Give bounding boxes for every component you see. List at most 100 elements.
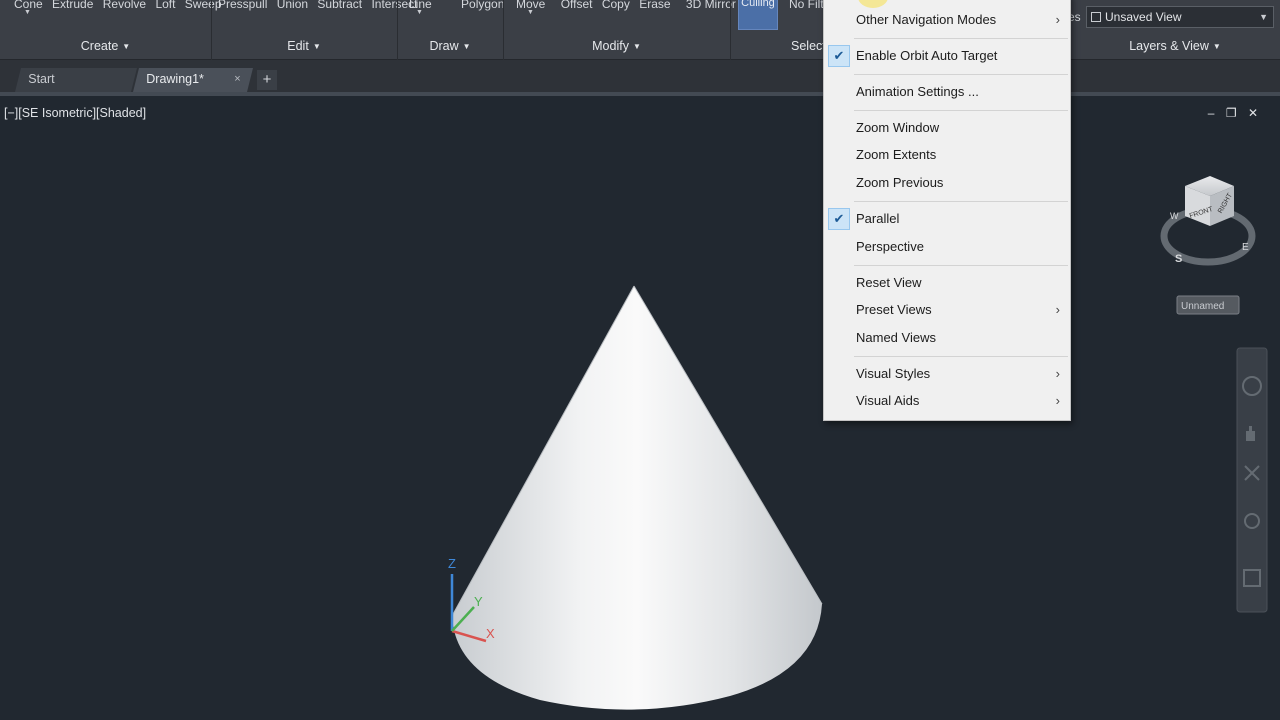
modify-tools: Move Offset Copy Erase 3D Mirror [516,0,742,11]
copy-tool[interactable]: Copy [602,0,630,11]
subtract-tool[interactable]: Subtract [317,0,362,11]
menu-separator [854,74,1068,75]
menu-separator [854,356,1068,357]
tab-start[interactable]: Start [15,68,137,92]
menu-item-visual-styles[interactable]: Visual Styles › [824,361,1070,387]
menu-item-zoom-previous[interactable]: Zoom Previous [824,170,1070,196]
extrude-tool[interactable]: Extrude [52,0,93,11]
cone-surface[interactable] [452,286,822,710]
orbit-context-menu: Other Navigation Modes › ✔ Enable Orbit Aut… [823,0,1071,421]
3d-mirror-tool[interactable]: 3D Mirror [686,0,736,11]
menu-item-label: Perspective [856,239,924,254]
modify-panel-label: Modify [592,39,629,53]
file-tab-bar: Start Drawing1* × + [0,60,1280,96]
menu-item-zoom-window[interactable]: Zoom Window [824,115,1070,141]
caret-down-icon: ▼ [1212,42,1221,51]
presspull-tool[interactable]: Presspull [218,0,267,11]
compass-south-label: S [1175,253,1182,265]
drawing-viewport[interactable]: [−][SE Isometric][Shaded] – ❐ ✕ Z Y X FR… [0,96,1280,720]
move-dropdown-icon[interactable]: ▼ [527,9,534,16]
menu-item-visual-aids[interactable]: Visual Aids › [824,388,1070,414]
menu-item-parallel[interactable]: ✔ Parallel [824,206,1070,232]
named-view-value: Unsaved View [1105,10,1182,24]
caret-down-icon: ▼ [632,42,641,51]
navigation-bar-panel [1236,347,1268,613]
menu-item-perspective[interactable]: Perspective [824,234,1070,260]
tab-drawing1-label: Drawing1* [146,72,204,86]
menu-item-enable-orbit-auto-target[interactable]: ✔ Enable Orbit Auto Target [824,43,1070,69]
draw-panel-title[interactable]: Draw ▼ [397,34,503,60]
tab-drawing1[interactable]: Drawing1* × [133,68,253,92]
submenu-arrow-icon: › [1055,393,1060,408]
tab-start-label: Start [28,72,55,86]
menu-item-animation-settings[interactable]: Animation Settings ... [824,79,1070,105]
create-tools: Cone Extrude Revolve Loft Sweep [14,0,228,11]
create-panel-title[interactable]: Create ▼ [0,34,211,60]
ucs-z-label: Z [448,556,456,571]
menu-separator [854,110,1068,111]
checkmark-icon: ✔ [828,45,850,67]
named-view-select[interactable]: Unsaved View ▼ [1086,6,1274,28]
menu-item-named-views[interactable]: Named Views [824,325,1070,351]
checkmark-icon: ✔ [828,208,850,230]
menu-item-label: Parallel [856,211,900,226]
offset-tool[interactable]: Offset [561,0,593,11]
erase-tool[interactable]: Erase [639,0,670,11]
menu-item-zoom-extents[interactable]: Zoom Extents [824,142,1070,168]
cone-dropdown-icon[interactable]: ▼ [24,9,31,16]
cone-3d-solid[interactable] [451,285,823,710]
menu-item-label: Zoom Extents [856,147,937,162]
close-tab-icon[interactable]: × [234,68,240,90]
menu-item-label: Other Navigation Modes [856,12,997,27]
menu-item-label: Reset View [856,275,922,290]
new-tab-button[interactable]: + [257,70,277,90]
edit-tools: Presspull Union Subtract Intersect [218,0,423,11]
revolve-tool[interactable]: Revolve [103,0,146,11]
navigation-bar [1236,347,1268,613]
ucs-y-label: Y [474,594,483,609]
menu-separator [854,201,1068,202]
caret-down-icon: ▼ [312,42,321,51]
culling-label: Culling [741,0,775,9]
polygon-tool[interactable]: Polygon [461,0,504,11]
caret-down-icon: ▼ [462,42,471,51]
menu-item-label: Zoom Previous [856,175,944,190]
submenu-arrow-icon: › [1055,366,1060,381]
sweep-tool[interactable]: Sweep [185,0,222,11]
ribbon: Cone Extrude Revolve Loft Sweep ▼ Pressp… [0,0,1280,60]
menu-separator [854,38,1068,39]
menu-item-label: Visual Styles [856,366,931,381]
draw-tools: Line Polygon [409,0,510,11]
create-panel-label: Create [80,39,119,53]
line-dropdown-icon[interactable]: ▼ [416,9,423,16]
compass-west-label: W [1170,211,1179,221]
chevron-down-icon: ▼ [1259,12,1268,22]
menu-item-reset-view[interactable]: Reset View [824,270,1070,296]
menu-item-other-navigation-modes[interactable]: Other Navigation Modes › [824,7,1070,33]
layers-view-panel-label: Layers & View [1129,39,1209,53]
culling-button[interactable]: Culling [738,0,778,30]
edit-panel-title[interactable]: Edit ▼ [211,34,397,60]
viewcube[interactable]: FRONT RIGHT W S E [1160,176,1256,266]
ucs-menu-label: Unnamed [1181,301,1224,312]
menu-item-label: Zoom Window [856,120,940,135]
loft-tool[interactable]: Loft [155,0,175,11]
menu-item-label: Animation Settings ... [856,84,979,99]
menu-item-preset-views[interactable]: Preset Views › [824,297,1070,323]
modify-panel-title[interactable]: Modify ▼ [503,34,730,60]
autocad-window: Cone Extrude Revolve Loft Sweep ▼ Pressp… [0,0,1280,720]
menu-separator [854,265,1068,266]
submenu-arrow-icon: › [1055,12,1060,27]
ribbon-panel-titles: Create ▼ Edit ▼ Draw ▼ Modify ▼ Selecti Laye… [0,34,1280,60]
no-filter-button[interactable]: No Filt [789,0,824,11]
menu-item-label: Visual Aids [856,393,920,408]
union-tool[interactable]: Union [277,0,308,11]
menu-item-label: Preset Views [856,302,932,317]
edit-panel-label: Edit [287,39,309,53]
layers-view-panel-title[interactable]: Layers & View ▼ [1070,34,1280,60]
viewport-canvas: Z Y X FRONT RIGHT W S E Unnamed [448,176,1268,710]
draw-panel-label: Draw [429,39,459,53]
ucs-x-label: X [486,626,495,641]
ucs-menu[interactable]: Unnamed [1176,295,1240,315]
caret-down-icon: ▼ [122,42,131,51]
